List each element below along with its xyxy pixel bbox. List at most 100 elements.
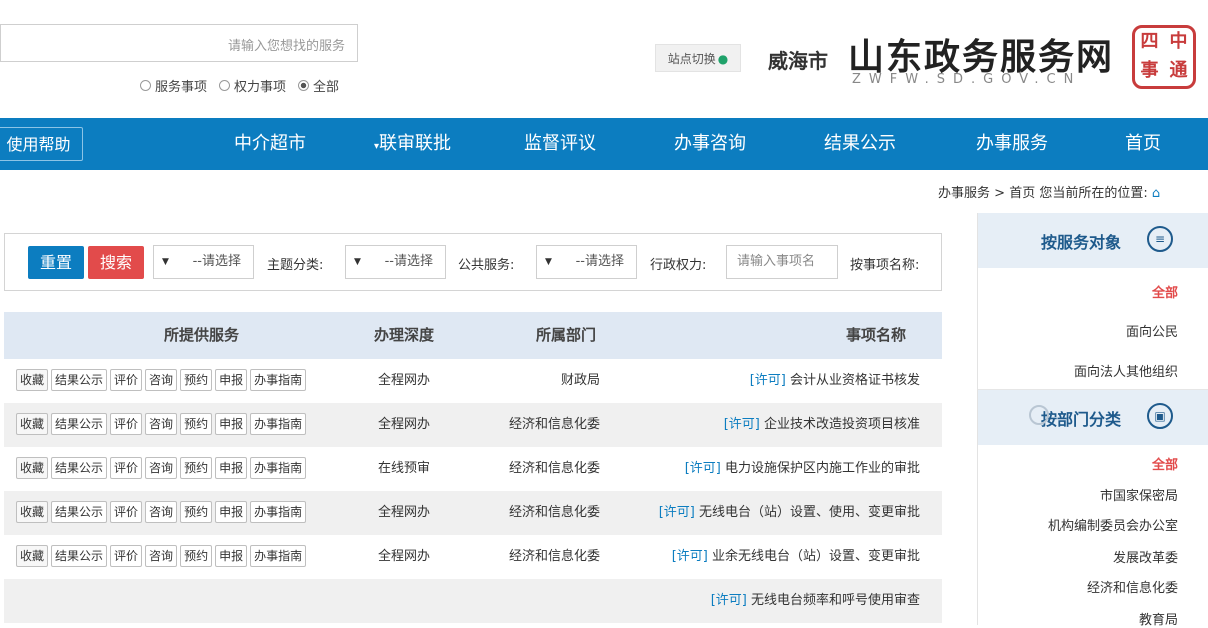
item-type-tag: [许可] — [710, 593, 747, 608]
table-row: [许可] 无线电台频率和呼号使用审查 — [4, 579, 942, 623]
col-services: 所提供服务 — [164, 326, 240, 344]
city-switch-button[interactable]: 站点切换 ● — [655, 44, 741, 72]
service-result-button[interactable]: 结果公示 — [51, 413, 108, 435]
nav-services[interactable]: 办事服务 — [976, 118, 1048, 170]
service-declare-button[interactable]: 申报 — [215, 545, 248, 567]
dept-item[interactable]: 机构编制委员会办公室 — [1048, 515, 1178, 534]
service-reserve-button[interactable]: 预约 — [180, 413, 213, 435]
sidebar-object-title: 按服务对象 — [1040, 233, 1121, 252]
service-guide-button[interactable]: 办事指南 — [250, 545, 307, 567]
service-reserve-button[interactable]: 预约 — [180, 545, 213, 567]
service-rate-button[interactable]: 评价 — [110, 369, 143, 391]
table-row: [许可] 无线电台（站）设置、使用、变更审批 经济和信息化委 全程网办 收藏 结果公示评… — [4, 491, 942, 535]
table-header: 事项名称 所属部门 办理深度 所提供服务 — [4, 312, 942, 359]
list-icon: ≡ — [1147, 226, 1173, 252]
item-name-cell[interactable]: [许可] 无线电台（站）设置、使用、变更审批 — [655, 491, 920, 535]
item-name-cell[interactable]: [许可] 会计从业资格证书核发 — [746, 359, 920, 403]
service-consult-button[interactable]: 咨询 — [145, 545, 178, 567]
object-item-citizen[interactable]: 面向公民 — [1126, 321, 1178, 340]
theme-filter-select[interactable]: ▼ --请选择 — [153, 245, 254, 279]
service-declare-button[interactable]: 申报 — [215, 457, 248, 479]
service-reserve-button[interactable]: 预约 — [180, 369, 213, 391]
service-reserve-button[interactable]: 预约 — [180, 501, 213, 523]
nav-supervise[interactable]: 监督评议 — [524, 118, 596, 170]
service-consult-button[interactable]: 咨询 — [145, 501, 178, 523]
item-name-cell[interactable]: [许可] 无线电台频率和呼号使用审查 — [707, 579, 920, 623]
service-rate-button[interactable]: 评价 — [110, 457, 143, 479]
service-guide-button[interactable]: 办事指南 — [250, 457, 307, 479]
service-favorite-button[interactable]: 收藏 — [16, 501, 49, 523]
city-name: 威海市 — [768, 49, 828, 73]
depth-cell: 在线预审 — [378, 461, 431, 476]
service-favorite-button[interactable]: 收藏 — [16, 413, 49, 435]
service-declare-button[interactable]: 申报 — [215, 369, 248, 391]
service-guide-button[interactable]: 办事指南 — [250, 369, 307, 391]
site-logo-seal: 四 中 事 通 — [1132, 25, 1196, 89]
seal-char: 四 — [1140, 31, 1159, 52]
reset-button[interactable]: 重置 — [28, 246, 84, 279]
select-value: --请选择 — [384, 254, 433, 269]
dept-cell: 经济和信息化委 — [508, 505, 600, 520]
item-name-cell[interactable]: [许可] 企业技术改造投资项目核准 — [720, 403, 920, 447]
seal-char: 中 — [1169, 31, 1188, 52]
breadcrumb-sep: > — [994, 186, 1006, 201]
dept-item[interactable]: 全部 — [1152, 454, 1178, 473]
service-buttons: 收藏 结果公示 评价 咨询 预约 申报 办事指南 — [16, 413, 307, 435]
service-reserve-button[interactable]: 预约 — [180, 457, 213, 479]
radio-icon — [219, 80, 231, 91]
service-consult-button[interactable]: 咨询 — [145, 369, 178, 391]
service-favorite-button[interactable]: 收藏 — [16, 545, 49, 567]
service-result-button[interactable]: 结果公示 — [51, 457, 108, 479]
service-guide-button[interactable]: 办事指南 — [250, 413, 307, 435]
dept-item[interactable]: 发展改革委 — [1113, 547, 1178, 566]
public-filter-label: 公共服务: — [458, 258, 515, 273]
scope-radio-service[interactable]: 服务事项 — [140, 76, 207, 95]
help-button[interactable]: 使用帮助 — [0, 127, 83, 161]
service-result-button[interactable]: 结果公示 — [51, 369, 108, 391]
search-input[interactable]: 请输入您想找的服务 — [0, 24, 358, 62]
object-item-legal[interactable]: 面向法人其他组织 — [1074, 361, 1178, 380]
service-consult-button[interactable]: 咨询 — [145, 457, 178, 479]
scope-radio-power[interactable]: 权力事项 — [219, 76, 286, 95]
service-rate-button[interactable]: 评价 — [110, 501, 143, 523]
service-guide-button[interactable]: 办事指南 — [250, 501, 307, 523]
nav-home[interactable]: 首页 — [1125, 118, 1161, 170]
search-icon[interactable] — [1029, 405, 1049, 425]
dept-item[interactable]: 市国家保密局 — [1100, 485, 1178, 504]
scope-label: 权力事项 — [234, 80, 287, 95]
service-result-button[interactable]: 结果公示 — [51, 501, 108, 523]
nav-agency-market[interactable]: 中介超市 — [234, 118, 306, 170]
table-row: [许可] 会计从业资格证书核发 财政局 全程网办 收藏 结果公示 评价 咨询 预约 申报 办事指南 — [4, 359, 942, 403]
item-name: 无线电台频率和呼号使用审查 — [750, 593, 920, 608]
col-depth: 办理深度 — [374, 326, 435, 344]
seal-char: 事 — [1140, 60, 1159, 81]
object-item-all[interactable]: 全部 — [1152, 282, 1178, 301]
power-filter-select[interactable]: ▼ --请选择 — [536, 245, 637, 279]
nav-consult[interactable]: 办事咨询 — [674, 118, 746, 170]
service-declare-button[interactable]: 申报 — [215, 501, 248, 523]
nav-results[interactable]: 结果公示 — [824, 118, 896, 170]
search-button[interactable]: 搜索 — [88, 246, 144, 279]
col-name: 事项名称 — [846, 326, 907, 344]
item-type-tag: [许可] — [723, 417, 760, 432]
dept-item[interactable]: 教育局 — [1139, 609, 1178, 628]
service-result-button[interactable]: 结果公示 — [51, 545, 108, 567]
name-filter-input[interactable]: 请输入事项名 — [726, 245, 838, 279]
item-name: 会计从业资格证书核发 — [789, 373, 920, 388]
item-name-cell[interactable]: [许可] 电力设施保护区内施工作业的审批 — [681, 447, 920, 491]
service-rate-button[interactable]: 评价 — [110, 413, 143, 435]
service-consult-button[interactable]: 咨询 — [145, 413, 178, 435]
public-filter-select[interactable]: ▼ --请选择 — [345, 245, 446, 279]
nav-joint-approval[interactable]: ▾联审联批 — [374, 118, 451, 170]
sidebar-object-header: 按服务对象 ≡ — [978, 213, 1208, 268]
scope-radio-all[interactable]: 全部 — [298, 76, 339, 95]
item-name-cell[interactable]: [许可] 业余无线电台（站）设置、变更审批 — [668, 535, 920, 579]
service-favorite-button[interactable]: 收藏 — [16, 457, 49, 479]
service-favorite-button[interactable]: 收藏 — [16, 369, 49, 391]
dept-item[interactable]: 经济和信息化委 — [1087, 577, 1178, 596]
dept-cell: 经济和信息化委 — [508, 461, 600, 476]
item-name: 业余无线电台（站）设置、变更审批 — [711, 549, 920, 564]
service-declare-button[interactable]: 申报 — [215, 413, 248, 435]
service-rate-button[interactable]: 评价 — [110, 545, 143, 567]
breadcrumb-home[interactable]: 首页 — [1009, 186, 1035, 201]
